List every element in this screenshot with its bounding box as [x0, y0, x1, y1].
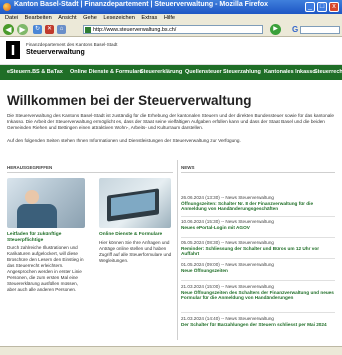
highlights-divider: [7, 172, 173, 173]
news-separator: [181, 237, 335, 238]
org-name: Finanzdepartement des Kantons Basel-Stad…: [26, 42, 118, 47]
teaser-online-title[interactable]: Online Dienste & Formulare: [99, 232, 173, 238]
news-separator: [181, 258, 335, 259]
column-divider: [177, 160, 178, 340]
news-separator: [181, 312, 335, 313]
window-titlebar: Kanton Basel-Stadt | Finanzdepartement |…: [0, 0, 342, 14]
search-input[interactable]: [300, 26, 340, 34]
menu-help[interactable]: Hilfe: [164, 14, 175, 23]
nav-esteuern[interactable]: eSteuern.BS & BaTax: [7, 65, 63, 80]
teaser-guide-text: Durch zahlreiche Illustrationen und Kari…: [7, 245, 84, 292]
news-heading: NEWS: [181, 165, 195, 170]
guide-teaser-image[interactable]: [7, 178, 85, 228]
nav-steuerrecht[interactable]: Steuerrecht: [314, 65, 342, 80]
nav-kantonales-inkasso[interactable]: Kantonales Inkasso: [264, 65, 316, 80]
nav-steuererklaerung[interactable]: Steuererklärung: [140, 65, 182, 80]
news-title-link[interactable]: Der Schalter für Barzahlungen der Steuer…: [181, 322, 335, 328]
intro-text-secondary: Auf den folgenden Seiten stehen Ihnen In…: [7, 138, 241, 143]
teaser-guide-title[interactable]: Leitfaden für zukünftige Steuerpflichtig…: [7, 232, 87, 244]
nav-quellensteuer[interactable]: Quellensteuer: [185, 65, 222, 80]
news-item: 26.06.2024 (13:30) -- News Steuerverwalt…: [181, 195, 335, 212]
news-title-link[interactable]: Neues ePortal-Login mit AGOV: [181, 225, 335, 231]
news-item: 21.03.2024 (15:00) -- News Steuerverwalt…: [181, 284, 335, 301]
close-button[interactable]: x: [329, 2, 339, 12]
site-favicon-icon: [85, 27, 91, 33]
basel-crest-logo-icon[interactable]: [6, 41, 20, 59]
site-header: Finanzdepartement des Kantons Basel-Stad…: [0, 37, 342, 65]
news-title-link[interactable]: Neue Öffnungszeiten des Schalters der Fi…: [181, 290, 335, 301]
navigation-toolbar: ◀ ▶ ↻ ✕ ⌂ http://www.steuerverwaltung.bs…: [0, 23, 342, 37]
main-navigation: eSteuern.BS & BaTax Online Dienste & For…: [0, 65, 342, 80]
menu-bar: Datei Bearbeiten Ansicht Gehe Lesezeiche…: [0, 14, 342, 23]
back-button[interactable]: ◀: [3, 24, 14, 35]
online-services-teaser-image[interactable]: [99, 178, 171, 228]
news-item: 10.06.2024 (15:30) -- News Steuerverwalt…: [181, 219, 335, 230]
nav-steuerzahlung[interactable]: Steuerzahlung: [223, 65, 261, 80]
menu-edit[interactable]: Bearbeiten: [25, 14, 52, 23]
news-title-link[interactable]: Reminder: Schliessung der Schalter und B…: [181, 246, 335, 257]
reload-button[interactable]: ↻: [33, 25, 42, 34]
nav-online-dienste[interactable]: Online Dienste & Formulare: [70, 65, 142, 80]
go-button[interactable]: ▶: [270, 24, 281, 35]
highlights-heading: HERAUSGEGRIFFEN: [7, 165, 53, 170]
address-bar[interactable]: http://www.steuerverwaltung.bs.ch/: [83, 25, 263, 34]
news-separator: [181, 280, 335, 281]
menu-go[interactable]: Gehe: [83, 14, 97, 23]
menu-bookmarks[interactable]: Lesezeichen: [103, 14, 134, 23]
news-title-link[interactable]: Öffnungszeiten: Schalter Nr. 8 der Finan…: [181, 201, 335, 212]
forward-button[interactable]: ▶: [17, 24, 28, 35]
firefox-icon: [3, 3, 11, 11]
site-name[interactable]: Steuerverwaltung: [26, 49, 85, 56]
news-separator: [181, 216, 335, 217]
menu-tools[interactable]: Extras: [141, 14, 157, 23]
news-divider: [181, 172, 335, 173]
intro-text: Die Steuerverwaltung des Kantons Basel-S…: [7, 113, 335, 130]
news-title-link[interactable]: Neue Öffnungszeiten: [181, 268, 335, 274]
minimize-button[interactable]: _: [305, 2, 315, 12]
news-item: 05.05.2024 (08:30) -- News Steuerverwalt…: [181, 240, 335, 257]
stop-button[interactable]: ✕: [45, 25, 54, 34]
news-item: 01.05.2024 (09:00) -- News Steuerverwalt…: [181, 262, 335, 273]
maximize-button[interactable]: □: [317, 2, 327, 12]
menu-file[interactable]: Datei: [5, 14, 18, 23]
home-button[interactable]: ⌂: [57, 25, 66, 34]
menu-view[interactable]: Ansicht: [58, 14, 76, 23]
address-url: http://www.steuerverwaltung.bs.ch/: [93, 27, 177, 33]
news-item: 21.03.2024 (14:40) -- News Steuerverwalt…: [181, 316, 335, 327]
page-title: Willkommen bei der Steuerverwaltung: [7, 93, 252, 108]
window-title: Kanton Basel-Stadt | Finanzdepartement |…: [14, 1, 269, 8]
search-engine-icon[interactable]: G: [292, 26, 298, 34]
teaser-online-text: Hier können Sie Ihre Anfragen und Anträg…: [99, 240, 172, 263]
